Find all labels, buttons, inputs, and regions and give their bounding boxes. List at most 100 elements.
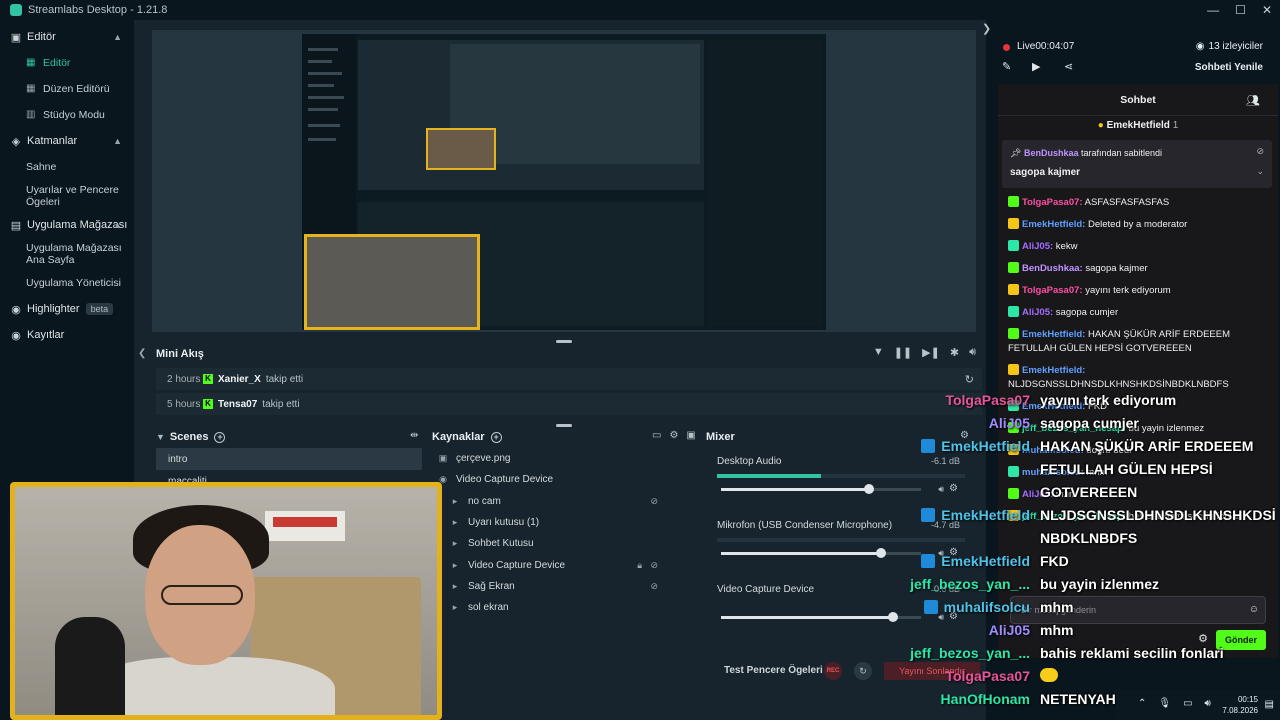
filter-icon[interactable]: ▼ [873, 346, 884, 359]
source-item[interactable]: ▸ Uyarı kutusu (1) [432, 512, 696, 533]
streamer-glasses [161, 585, 243, 605]
source-settings-icon[interactable]: ⚙ [669, 430, 678, 441]
chevron-left-icon[interactable]: ❮ [138, 348, 146, 359]
sidebar-section-editor[interactable]: ▣ Editör ▲ [0, 24, 134, 50]
source-item[interactable]: ▸ sol ekran [432, 597, 696, 618]
add-source-icon[interactable]: + [490, 431, 502, 443]
chat-username[interactable]: AliJ05: [1022, 489, 1053, 500]
resize-handle[interactable] [556, 424, 572, 427]
pin-icon[interactable]: ▶ [1032, 60, 1040, 73]
chat-username[interactable]: EmekHetfield: [1022, 329, 1085, 340]
scene-collection-icon[interactable]: ▭ [652, 430, 661, 441]
chevron-down-icon[interactable]: ⌄ [1256, 166, 1264, 177]
chat-username[interactable]: EmekHetfield: [1022, 401, 1085, 412]
volume-icon[interactable]: 🔊︎ [969, 346, 976, 359]
chat-username[interactable]: jeff_bezos_yan_hesap: [1022, 423, 1126, 434]
chat-input[interactable]: Bir mesaj gönderin ☺ [1010, 596, 1266, 624]
folder-icon[interactable]: ▣ [686, 430, 695, 441]
share-icon[interactable]: ⋖ [1064, 60, 1073, 73]
network-icon[interactable]: ▭ [1183, 698, 1192, 709]
sidebar-item-app-manager[interactable]: Uygulama Yöneticisi [0, 270, 134, 296]
eye-hidden-icon[interactable]: ⊘ [650, 496, 658, 507]
mixer-settings-icon[interactable]: ⚙ [960, 430, 969, 441]
sidebar-item-layout-editor[interactable]: ▦ Düzen Editörü [0, 76, 134, 102]
preview-line [308, 96, 344, 99]
edit-icon[interactable]: ✎ [1002, 60, 1011, 73]
source-item[interactable]: ▸ Video Capture Device 🔒︎ ⊘ [432, 554, 696, 575]
source-item[interactable]: ◉ Video Capture Device [432, 469, 696, 490]
slider-knob[interactable] [864, 484, 874, 494]
skip-icon[interactable]: ▶❚ [922, 346, 940, 359]
replay-icon[interactable]: ↻ [965, 373, 974, 386]
source-item[interactable]: ▣ çerçeve.png [432, 448, 696, 469]
slider-knob[interactable] [876, 548, 886, 558]
chat-badge-icon [1008, 444, 1019, 455]
chevron-right-icon[interactable]: ❯ [982, 22, 991, 35]
chevron-up-icon[interactable]: ⌃ [1138, 698, 1146, 709]
refresh-chat-button[interactable]: Sohbeti Yenile [1195, 62, 1263, 73]
volume-icon[interactable]: 🔊︎ [938, 548, 944, 559]
unpin-icon[interactable]: ⊘ [1256, 146, 1264, 157]
slider-knob[interactable] [888, 612, 898, 622]
volume-slider[interactable] [721, 552, 921, 555]
sidebar-item-alerts-widgets[interactable]: Uyarılar ve Pencere Ögeleri [0, 180, 134, 212]
replay-buffer-button[interactable]: ↻ [854, 662, 872, 680]
chat-username[interactable]: TolgaPasa07: [1022, 197, 1083, 208]
sidebar-item-highlighter[interactable]: ◉ Highlighter beta [0, 296, 134, 322]
end-stream-button[interactable]: Yayını Sonlandır [884, 662, 980, 680]
stream-preview[interactable] [152, 30, 976, 332]
clock[interactable]: 00:15 7.08.2026 [1222, 694, 1258, 716]
chat-username[interactable]: muhalifsolcu: [1022, 445, 1084, 456]
lock-icon[interactable]: 🔒︎ [637, 560, 642, 571]
minimize-icon[interactable]: — [1207, 3, 1219, 17]
volume-icon[interactable]: 🔊︎ [938, 484, 944, 495]
gear-icon[interactable]: ⚙ [949, 547, 958, 558]
pinned-message[interactable]: 📌︎ BenDushkaa tarafından sabitlendi ⊘ sa… [1002, 140, 1272, 188]
chat-username[interactable]: EmekHetfield: [1022, 219, 1085, 230]
chat-username[interactable]: AliJ05: [1022, 241, 1053, 252]
eye-hidden-icon[interactable]: ⊘ [650, 560, 658, 571]
sidebar-item-app-store-home[interactable]: Uygulama Mağazası Ana Sayfa [0, 238, 134, 270]
feed-user: Xanier_X [218, 373, 261, 385]
chat-username[interactable]: TolgaPasa07: [1022, 285, 1083, 296]
close-icon[interactable]: ✕ [1262, 3, 1272, 17]
send-button[interactable]: Gönder [1216, 630, 1266, 650]
chat-username[interactable]: BenDushkaa: [1022, 263, 1083, 274]
beta-badge: beta [85, 303, 114, 315]
add-scene-icon[interactable]: + [214, 431, 226, 443]
source-item[interactable]: ▸ Sohbet Kutusu [432, 533, 696, 554]
mute-alerts-icon[interactable]: ✱ [950, 346, 959, 359]
scene-transition-icon[interactable]: ⇹ [410, 430, 418, 441]
test-widgets-label[interactable]: Test Pencere Ögeleri [724, 665, 823, 676]
pause-icon[interactable]: ❚❚ [894, 346, 912, 359]
emoji-icon[interactable]: ☺ [1249, 597, 1259, 623]
source-item[interactable]: ▸ Sağ Ekran ⊘ [432, 576, 696, 597]
chevron-down-icon[interactable]: ▼ [156, 432, 165, 442]
gear-icon[interactable]: ⚙ [949, 483, 958, 494]
record-button[interactable]: REC [824, 662, 842, 680]
microphone-icon[interactable]: 🎙︎ [1158, 698, 1171, 709]
sidebar-item-studio-mode[interactable]: ▥ Stüdyo Modu [0, 102, 134, 128]
scene-item[interactable]: intro [156, 448, 422, 470]
users-icon[interactable]: 👥︎ [1246, 94, 1260, 107]
sidebar-section-layers[interactable]: ◈ Katmanlar ▲ [0, 128, 134, 154]
sidebar-item-recordings[interactable]: ◉ Kayıtlar [0, 322, 134, 348]
eye-hidden-icon[interactable]: ⊘ [650, 581, 658, 592]
sidebar-item-editor[interactable]: ▦ Editör [0, 50, 134, 76]
volume-slider[interactable] [721, 488, 921, 491]
gear-icon[interactable]: ⚙ [949, 611, 958, 622]
chat-username[interactable]: muhalifsolcu: [1022, 467, 1084, 478]
chat-username[interactable]: EmekHetfield: [1022, 365, 1085, 376]
speaker-icon[interactable]: 🔊︎ [1205, 698, 1211, 709]
maximize-icon[interactable]: ☐ [1235, 3, 1246, 17]
gear-icon[interactable]: ⚙ [1198, 632, 1208, 645]
chat-username[interactable]: jeff_bezos_yan_hesap: [1022, 511, 1126, 522]
source-item[interactable]: ▸ no cam ⊘ [432, 491, 696, 512]
live-timer: 00:04:07 [1035, 41, 1075, 52]
volume-icon[interactable]: 🔊︎ [938, 612, 944, 623]
sources-title: Kaynaklar [432, 431, 485, 443]
notification-icon[interactable]: ▤ [1265, 699, 1274, 710]
chat-username[interactable]: AliJ05: [1022, 307, 1053, 318]
sidebar-item-scene[interactable]: Sahne [0, 154, 134, 180]
sidebar-section-app-store[interactable]: ▤ Uygulama Mağazası ▲ [0, 212, 134, 238]
